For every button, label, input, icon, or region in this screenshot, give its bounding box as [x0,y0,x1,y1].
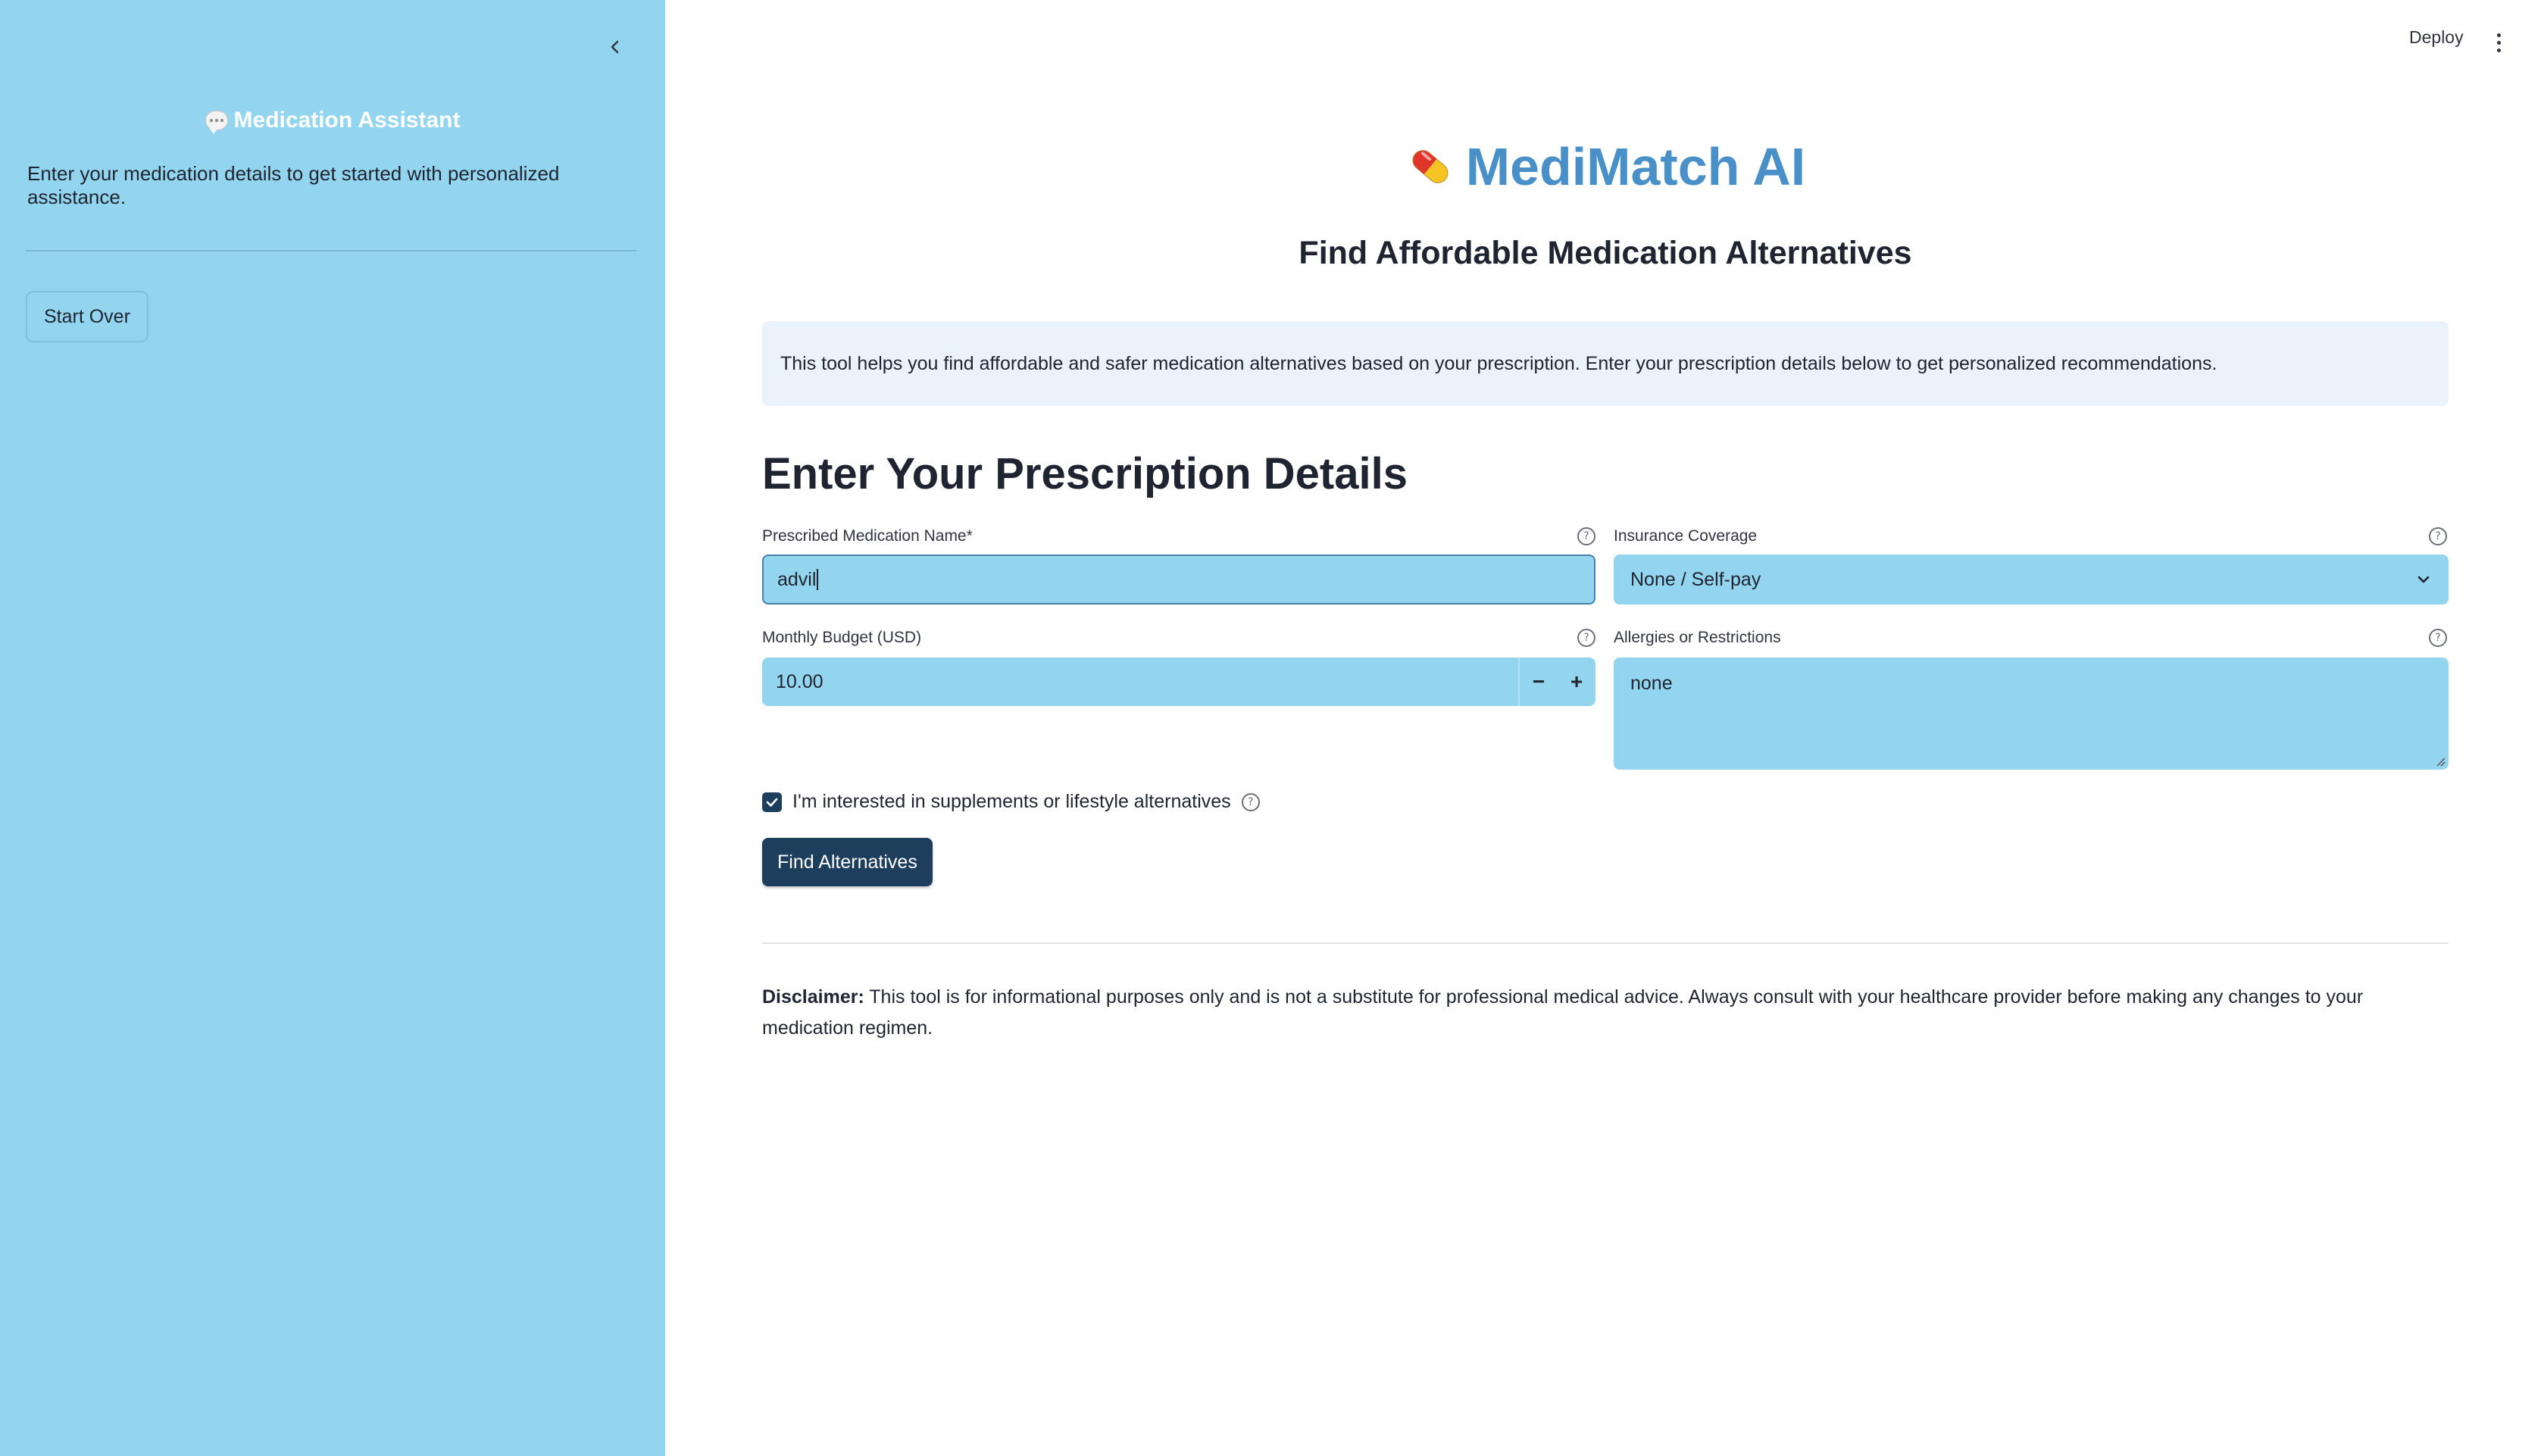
help-icon[interactable]: ? [1241,792,1260,811]
resize-handle-icon[interactable] [2435,756,2446,767]
kebab-menu-icon[interactable] [2489,29,2508,56]
chevron-down-icon [2417,576,2430,583]
checkmark-icon [766,798,778,807]
insurance-select[interactable]: None / Self-pay [1614,555,2449,605]
allergies-value: none [1630,673,1673,694]
sidebar-divider [26,250,636,252]
info-text: This tool helps you find affordable and … [780,352,2217,374]
app-title-text: MediMatch AI [1465,137,1806,196]
medication-name-label: Prescribed Medication Name* [762,527,973,545]
budget-value: 10.00 [776,670,824,692]
deploy-button[interactable]: Deploy [2409,27,2464,48]
page-subtitle: Find Affordable Medication Alternatives [1299,235,1912,271]
disclaimer-text: This tool is for informational purposes … [762,986,2364,1039]
insurance-selected-value: None / Self-pay [1630,568,1761,590]
sidebar-title: Medication Assistant [0,108,665,134]
budget-label: Monthly Budget (USD) [762,629,922,646]
info-box: This tool helps you find affordable and … [762,321,2449,406]
help-icon[interactable]: ? [2429,527,2447,545]
pill-icon [1412,149,1449,184]
insurance-label: Insurance Coverage [1614,527,1758,545]
text-caret [817,569,819,590]
app-title: MediMatch AI [762,136,2449,197]
help-icon[interactable]: ? [1577,629,1595,647]
allergies-label: Allergies or Restrictions [1614,629,1781,646]
budget-stepper: − + [1518,658,1595,706]
divider [762,942,2449,944]
medication-name-input[interactable]: advil [762,555,1595,605]
sidebar-collapse-button[interactable] [598,30,632,64]
chevron-left-icon [611,40,619,54]
budget-input[interactable]: 10.00 − + [762,658,1595,706]
sidebar-description: Enter your medication details to get sta… [27,162,560,208]
help-icon[interactable]: ? [1577,527,1595,545]
supplements-checkbox-row: I'm interested in supplements or lifesty… [762,791,1260,813]
sidebar-title-text: Medication Assistant [233,108,461,133]
increment-button[interactable]: + [1558,658,1595,706]
supplements-checkbox[interactable] [762,792,782,812]
disclaimer-label: Disclaimer: [762,986,864,1008]
allergies-textarea[interactable]: none [1614,658,2449,770]
sidebar: Medication Assistant Enter your medicati… [0,0,665,1456]
decrement-button[interactable]: − [1518,658,1558,706]
medication-name-value: advil [777,568,817,590]
start-over-button[interactable]: Start Over [26,291,148,342]
form-heading: Enter Your Prescription Details [762,449,1408,498]
speech-bubble-icon [205,111,228,134]
help-icon[interactable]: ? [2429,629,2447,647]
find-alternatives-button[interactable]: Find Alternatives [762,838,933,886]
supplements-label: I'm interested in supplements or lifesty… [792,791,1231,812]
disclaimer: Disclaimer: This tool is for information… [762,982,2449,1044]
